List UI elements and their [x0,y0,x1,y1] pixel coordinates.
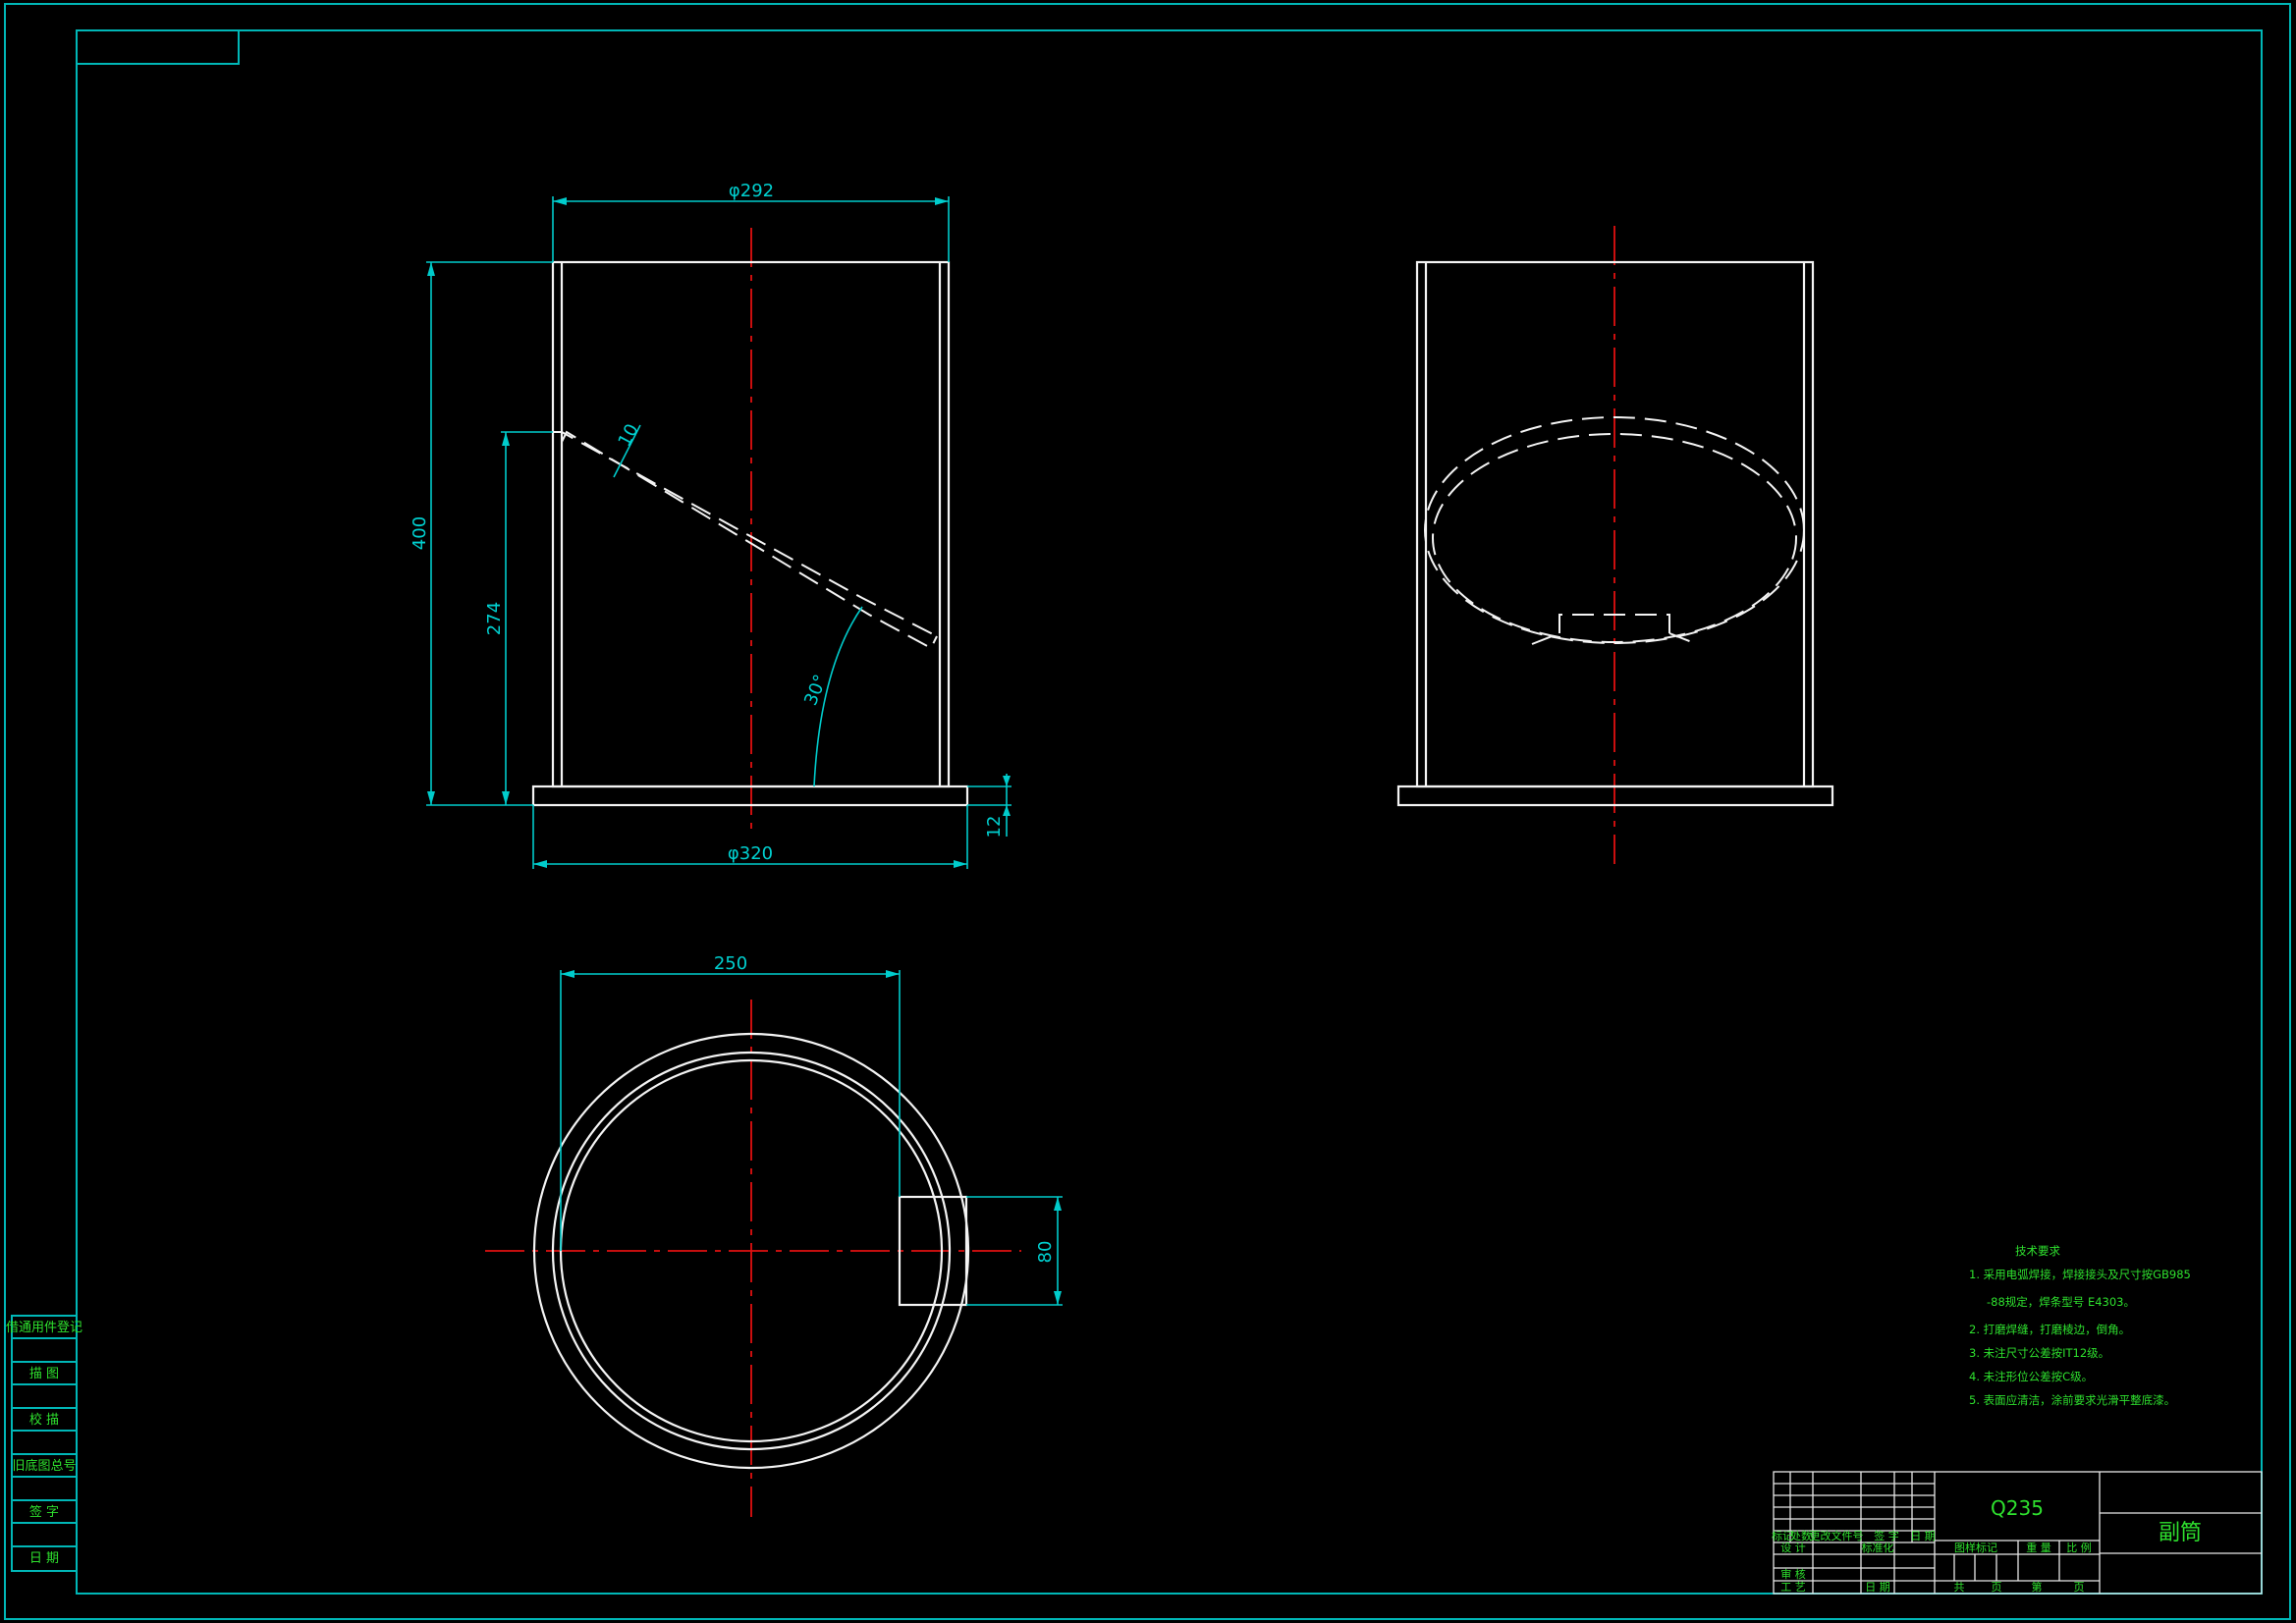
tb-material: Q235 [1991,1496,2044,1520]
strip-row-3: 校 描 [29,1412,59,1428]
tb-change-doc: 更改文件号 [1810,1529,1864,1542]
tb-weight: 重 量 [2026,1541,2051,1554]
tb-review: 审 核 [1780,1567,1806,1581]
tb-pages-1: 页 [1992,1581,2002,1594]
tb-sign: 签 字 [1874,1529,1899,1542]
dim-w250: 250 [714,953,747,974]
strip-row-4: 旧底图总号 [12,1458,76,1474]
tb-standard: 标准化 [1862,1541,1894,1554]
notes-line-6: 5. 表面应清洁，涂前要求光滑平整底漆。 [1969,1393,2175,1407]
notes-line-5: 4. 未注形位公差按C级。 [1969,1370,2093,1383]
tb-date: 日 期 [1910,1530,1936,1542]
tb-part-name: 副筒 [2159,1521,2202,1545]
tb-process: 工 艺 [1780,1581,1806,1594]
cad-drawing-sheet: φ292 φ320 400 274 10 30° 12 250 80 借通用件登… [0,0,2296,1623]
dim-t12: 12 [984,816,1005,839]
tb-drawing-mark: 图样标记 [1954,1541,1997,1554]
dim-d292: φ292 [729,181,774,201]
dim-w80: 80 [1035,1241,1056,1264]
strip-row-6: 日 期 [29,1551,59,1566]
notes-line-4: 3. 未注尺寸公差按IT12级。 [1969,1346,2109,1360]
tb-pages-2: 页 [2074,1581,2085,1594]
notes-line-2: -88规定，焊条型号 E4303。 [1987,1295,2135,1309]
notes-line-1: 1. 采用电弧焊接，焊接接头及尺寸按GB985 [1969,1268,2191,1281]
strip-row-2: 描 图 [29,1367,59,1381]
notes-title: 技术要求 [2015,1244,2060,1258]
strip-row-1: 借通用件登记 [6,1321,82,1335]
strip-row-5: 签 字 [29,1504,59,1520]
notes-line-3: 2. 打磨焊缝，打磨棱边，倒角。 [1969,1323,2130,1336]
dim-d320: φ320 [728,843,773,864]
tb-scale: 比 例 [2066,1541,2092,1554]
tb-total: 共 [1954,1581,1965,1594]
dim-h400: 400 [410,516,430,550]
tb-date-2: 日 期 [1865,1581,1890,1594]
dim-h274: 274 [484,602,505,635]
tb-design: 设 计 [1780,1542,1806,1554]
tb-no: 第 [2032,1580,2043,1594]
